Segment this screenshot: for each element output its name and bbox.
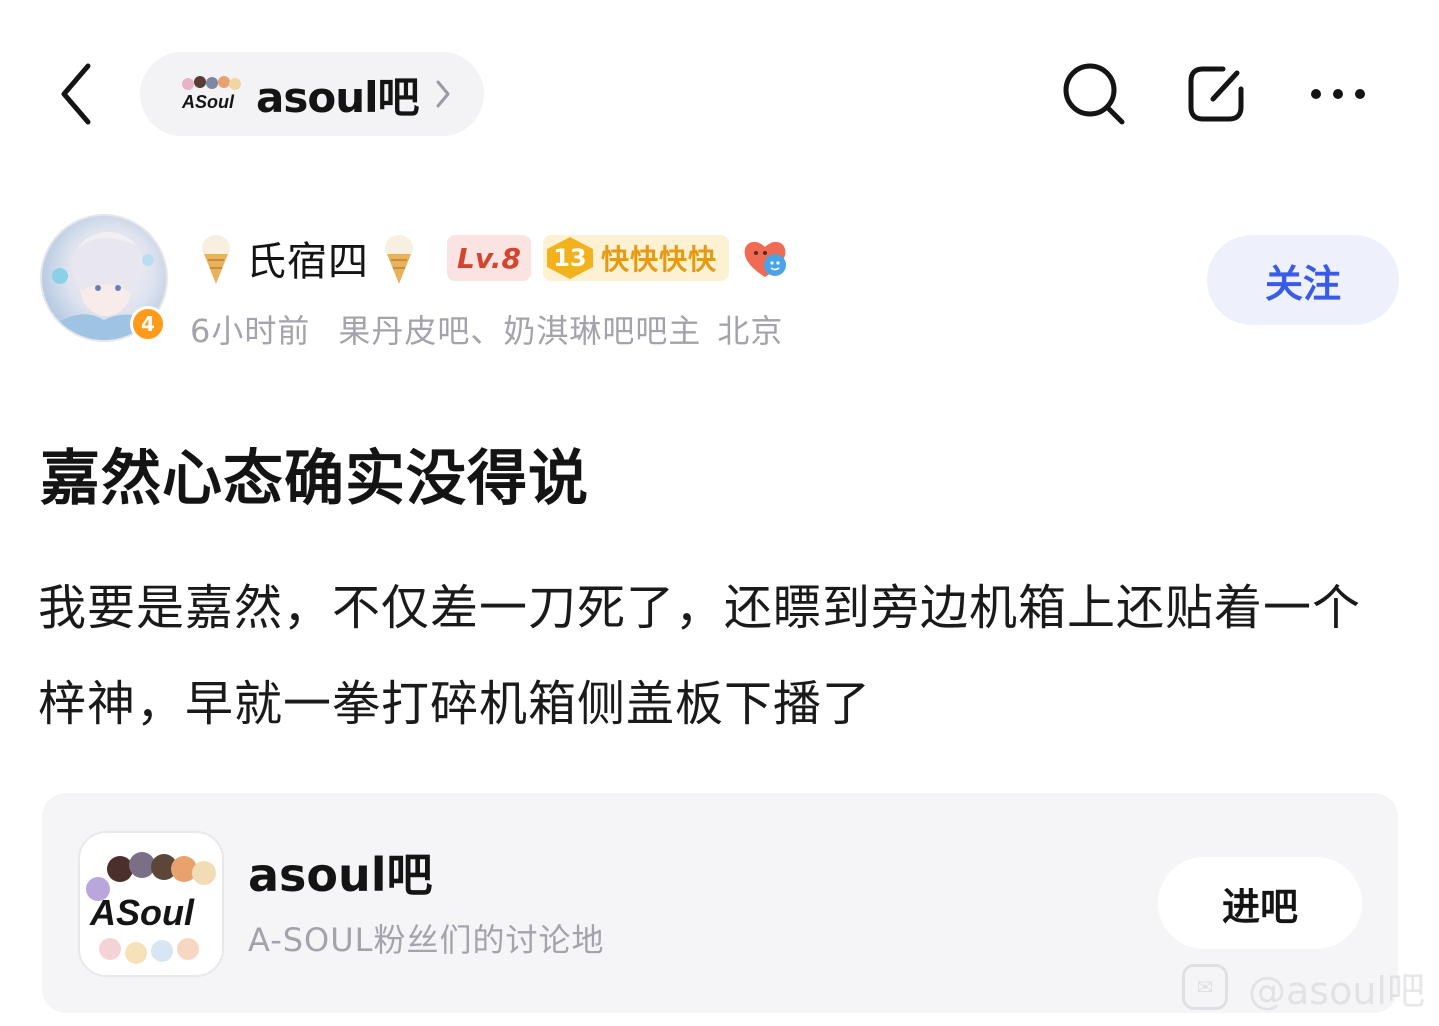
author-avatar[interactable]: 4: [40, 214, 168, 342]
edit-button[interactable]: [1180, 56, 1252, 132]
more-button[interactable]: [1302, 56, 1374, 132]
search-button[interactable]: [1058, 56, 1130, 132]
svg-text:ASoul: ASoul: [181, 92, 235, 112]
watermark-text: @asoul吧: [1248, 968, 1425, 1013]
ice-cream-icon: [202, 235, 230, 284]
weibo-logo-icon: ✉: [1182, 964, 1228, 1010]
forum-pill[interactable]: ASoul asoul吧: [140, 52, 484, 136]
forum-logo-icon: ASoul: [178, 74, 244, 114]
follow-button[interactable]: 关注: [1207, 235, 1399, 325]
forum-card-description: A-SOUL粉丝们的讨论地: [248, 921, 605, 959]
fan-level-badge[interactable]: 13 快快快快: [542, 235, 729, 281]
author-meta: 6小时前 果丹皮吧、奶淇琳吧吧主 北京: [190, 306, 783, 352]
more-icon: [1311, 89, 1365, 99]
emoji-badge-icon: [744, 241, 786, 277]
author-name[interactable]: 氏宿四: [246, 229, 369, 287]
back-button[interactable]: [44, 56, 108, 132]
user-level-badge: Lv.8: [447, 235, 531, 281]
avatar-level-badge: 4: [130, 306, 166, 342]
enter-forum-button[interactable]: 进吧: [1158, 857, 1362, 949]
forum-card-logo-icon: ASoul: [78, 831, 224, 977]
author-roles: 果丹皮吧、奶淇琳吧吧主: [338, 312, 702, 350]
fan-title: 快快快快: [600, 243, 717, 276]
chevron-right-icon: [435, 79, 451, 109]
author-line: 氏宿四 Lv.8 13 快快快快: [196, 230, 789, 286]
forum-card-title: asoul吧: [248, 848, 433, 902]
fan-level-number: 13: [543, 235, 597, 281]
search-icon: [1063, 63, 1125, 125]
author-location: 北京: [717, 312, 784, 350]
post-title: 嘉然心态确实没得说: [40, 444, 589, 514]
watermark: ✉ @asoul吧: [1182, 962, 1425, 1013]
edit-icon: [1188, 66, 1244, 122]
forum-pill-title: asoul吧: [256, 72, 419, 122]
ice-cream-icon: [385, 235, 413, 284]
post-body: 我要是嘉然，不仅差一刀死了，还瞟到旁边机箱上还贴着一个梓神，早就一拳打碎机箱侧盖…: [38, 580, 1362, 732]
back-icon: [61, 63, 91, 125]
svg-text:ASoul: ASoul: [89, 892, 195, 933]
post-page: ASoul asoul吧 4 氏宿四 Lv.8 13 快快快快 6小时前 果丹皮…: [0, 0, 1439, 1026]
post-time: 6小时前: [190, 312, 311, 350]
